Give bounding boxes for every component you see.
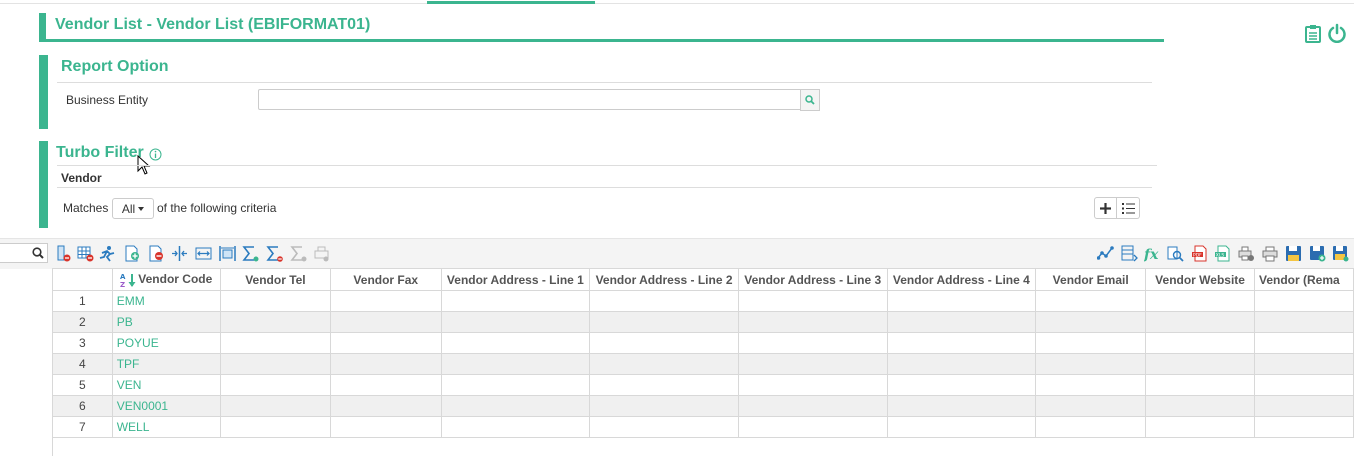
formula-icon[interactable]: fx bbox=[1144, 245, 1161, 262]
sum-add-icon[interactable] bbox=[242, 245, 259, 262]
chevron-down-icon bbox=[138, 206, 145, 211]
vendor-grid: A Z Vendor Code Vendor Tel Vendor Fax Ve… bbox=[52, 268, 1354, 438]
table-row[interactable]: 4 TPF bbox=[52, 353, 1354, 375]
column-header-address-line-1[interactable]: Vendor Address - Line 1 bbox=[440, 268, 591, 291]
column-header-address-line-4[interactable]: Vendor Address - Line 4 bbox=[886, 268, 1037, 291]
page-title: Vendor List - Vendor List (EBIFORMAT01) bbox=[55, 16, 371, 33]
matches-select[interactable]: All bbox=[112, 198, 154, 219]
turbo-filter-accent bbox=[39, 141, 48, 228]
excel-export-icon[interactable]: XLS bbox=[1215, 245, 1232, 262]
row-number: 4 bbox=[52, 353, 113, 375]
vendor-code-cell[interactable]: VEN0001 bbox=[111, 395, 221, 417]
remove-column-icon[interactable] bbox=[55, 245, 72, 262]
report-option-accent bbox=[39, 55, 48, 129]
row-number: 2 bbox=[52, 311, 113, 333]
column-header-rownum bbox=[52, 268, 113, 291]
active-tab-indicator bbox=[427, 1, 595, 4]
column-header-vendor-email[interactable]: Vendor Email bbox=[1035, 268, 1147, 291]
sort-az-icon[interactable]: A Z bbox=[120, 272, 136, 289]
row-number: 6 bbox=[52, 395, 113, 417]
remove-page-icon[interactable] bbox=[148, 245, 165, 262]
column-header-vendor-tel[interactable]: Vendor Tel bbox=[219, 268, 331, 291]
expand-columns-icon[interactable] bbox=[219, 245, 236, 262]
vendor-code-cell[interactable]: VEN bbox=[111, 374, 221, 396]
power-icon[interactable] bbox=[1327, 23, 1347, 43]
print-settings-icon[interactable] bbox=[1238, 245, 1255, 262]
business-entity-label: Business Entity bbox=[66, 93, 149, 107]
vendor-code-cell[interactable]: PB bbox=[111, 311, 221, 333]
top-divider bbox=[0, 3, 1354, 4]
report-option-title: Report Option bbox=[61, 58, 169, 75]
add-criteria-button[interactable] bbox=[1094, 197, 1117, 219]
table-row[interactable]: 7 WELL bbox=[52, 416, 1354, 438]
row-number: 3 bbox=[52, 332, 113, 354]
svg-text:A: A bbox=[120, 273, 126, 281]
svg-text:fx: fx bbox=[1144, 247, 1159, 262]
clipboard-icon[interactable] bbox=[1305, 24, 1321, 43]
column-header-vendor-code[interactable]: A Z Vendor Code bbox=[111, 268, 221, 291]
print-icon[interactable] bbox=[1262, 245, 1279, 262]
add-page-icon[interactable] bbox=[124, 245, 141, 262]
fit-width-icon[interactable] bbox=[195, 245, 212, 262]
column-config-icon[interactable] bbox=[1121, 245, 1138, 262]
filter-group-divider bbox=[57, 187, 1152, 188]
sum-settings-icon bbox=[290, 246, 307, 262]
save-new-icon[interactable] bbox=[1309, 245, 1326, 262]
grid-header-row: A Z Vendor Code Vendor Tel Vendor Fax Ve… bbox=[52, 268, 1354, 291]
svg-text:Z: Z bbox=[120, 281, 125, 288]
business-entity-input[interactable] bbox=[258, 89, 801, 110]
business-entity-lookup-button[interactable] bbox=[800, 89, 820, 111]
search-icon[interactable] bbox=[32, 247, 44, 259]
vendor-code-cell[interactable]: POYUE bbox=[111, 332, 221, 354]
save-as-icon[interactable] bbox=[1332, 245, 1349, 262]
table-row[interactable]: 1 EMM bbox=[52, 290, 1354, 312]
save-icon[interactable] bbox=[1285, 245, 1302, 262]
table-row[interactable]: 3 POYUE bbox=[52, 332, 1354, 354]
chart-icon[interactable] bbox=[1097, 245, 1114, 262]
table-row[interactable]: 2 PB bbox=[52, 311, 1354, 333]
remove-grid-icon[interactable] bbox=[77, 245, 94, 262]
numbered-list-icon bbox=[1121, 202, 1135, 214]
filter-group-label: Vendor bbox=[61, 171, 102, 185]
preview-icon[interactable] bbox=[1167, 245, 1184, 262]
criteria-text: of the following criteria bbox=[157, 201, 277, 215]
vendor-code-cell[interactable]: WELL bbox=[111, 416, 221, 438]
criteria-list-button[interactable] bbox=[1117, 197, 1140, 219]
plus-icon bbox=[1100, 202, 1111, 214]
print-disabled-icon bbox=[314, 246, 329, 262]
svg-text:XLS: XLS bbox=[1216, 252, 1225, 258]
matches-label: Matches bbox=[63, 201, 109, 215]
row-number: 5 bbox=[52, 374, 113, 396]
column-header-address-line-3[interactable]: Vendor Address - Line 3 bbox=[737, 268, 888, 291]
column-header-address-line-2[interactable]: Vendor Address - Line 2 bbox=[589, 268, 739, 291]
filter-button-group bbox=[1094, 197, 1140, 219]
split-column-icon[interactable] bbox=[171, 245, 188, 262]
pdf-export-icon[interactable]: PDF bbox=[1192, 245, 1209, 262]
vendor-code-cell[interactable]: TPF bbox=[111, 353, 221, 375]
column-header-label: Vendor Code bbox=[138, 271, 213, 286]
search-icon bbox=[805, 95, 815, 105]
column-header-vendor-remark[interactable]: Vendor (Rema bbox=[1253, 268, 1354, 291]
table-row[interactable]: 5 VEN bbox=[52, 374, 1354, 396]
run-icon[interactable] bbox=[99, 245, 116, 262]
row-number: 7 bbox=[52, 416, 113, 438]
turbo-filter-title: Turbo Filter bbox=[56, 144, 144, 161]
table-row[interactable]: 6 VEN0001 bbox=[52, 395, 1354, 417]
matches-select-value: All bbox=[121, 201, 136, 216]
sum-remove-icon[interactable] bbox=[266, 245, 283, 262]
row-number: 1 bbox=[52, 290, 113, 312]
turbo-filter-divider bbox=[57, 165, 1157, 166]
vendor-code-cell[interactable]: EMM bbox=[111, 290, 221, 312]
svg-text:PDF: PDF bbox=[1193, 252, 1202, 258]
column-header-vendor-website[interactable]: Vendor Website bbox=[1145, 268, 1255, 291]
report-option-divider bbox=[57, 82, 1152, 83]
grid-left-border bbox=[52, 434, 53, 456]
column-header-vendor-fax[interactable]: Vendor Fax bbox=[329, 268, 442, 291]
